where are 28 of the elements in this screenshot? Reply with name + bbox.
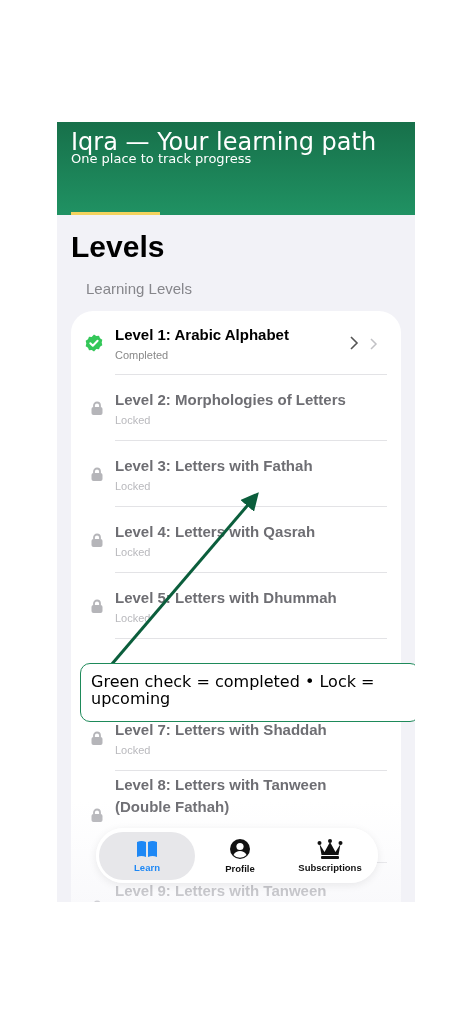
book-icon (136, 838, 158, 859)
page-heading: Levels (71, 229, 166, 265)
level-status: Locked (115, 480, 152, 492)
check-badge-icon (85, 333, 103, 352)
person-icon (229, 837, 251, 860)
level-status: Completed (115, 349, 170, 361)
level-status: Locked (115, 414, 152, 426)
legend-callout: Green check = completed • Lock = upcoming (80, 663, 415, 722)
level-title[interactable]: Level 8: Letters with Tanween (Double Fathah) (115, 774, 350, 818)
tab-item[interactable]: Profile (195, 831, 285, 880)
lock-icon (91, 400, 103, 415)
level-title[interactable]: Level 4: Letters with Qasrah (115, 521, 350, 543)
level-title[interactable]: Level 2: Morphologies of Letters (115, 389, 350, 411)
lock-icon (91, 532, 103, 547)
tab-item[interactable]: Learn (99, 831, 195, 880)
lock-icon (91, 598, 103, 613)
crown-icon (317, 838, 343, 859)
section-label: Learning Levels (86, 279, 193, 299)
lock-icon (91, 466, 103, 481)
tab-item[interactable]: Subscriptions (285, 831, 375, 880)
lock-icon (91, 730, 103, 745)
level-title[interactable]: Level 1: Arabic Alphabet (115, 324, 350, 346)
chevron-icon (350, 335, 378, 350)
lock-icon (91, 808, 103, 822)
level-status: Locked (115, 546, 152, 558)
level-status: Locked (115, 744, 152, 756)
level-title[interactable]: Level 3: Letters with Fathah (115, 455, 350, 477)
level-title[interactable]: Level 7: Letters with Shaddah (115, 719, 350, 741)
